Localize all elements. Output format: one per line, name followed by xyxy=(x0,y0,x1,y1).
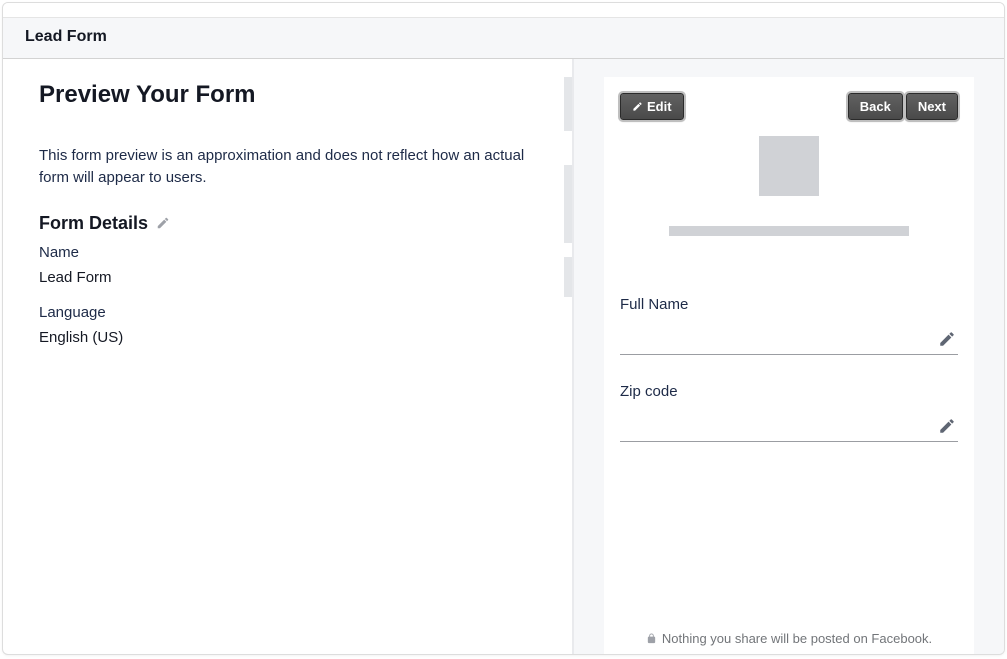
back-button-label: Back xyxy=(860,99,891,114)
scroll-stub xyxy=(564,77,572,131)
name-label: Name xyxy=(39,244,552,261)
language-label: Language xyxy=(39,304,552,321)
lock-icon xyxy=(646,632,657,645)
left-panel: Preview Your Form This form preview is a… xyxy=(3,59,573,654)
pencil-icon xyxy=(632,101,643,112)
right-panel: Edit Back Next Full Name xyxy=(573,59,1004,654)
back-button[interactable]: Back xyxy=(848,93,903,120)
preview-description: This form preview is an approximation an… xyxy=(39,145,552,189)
zip-code-input[interactable] xyxy=(620,418,958,442)
edit-button[interactable]: Edit xyxy=(620,93,684,120)
name-value: Lead Form xyxy=(39,269,552,286)
form-details-heading: Form Details xyxy=(39,213,148,234)
full-name-input[interactable] xyxy=(620,331,958,355)
scroll-stub xyxy=(564,257,572,297)
language-value: English (US) xyxy=(39,329,552,346)
phone-preview: Edit Back Next Full Name xyxy=(604,77,974,654)
header-title: Lead Form xyxy=(3,17,1004,59)
preview-field: Full Name xyxy=(620,296,958,355)
preview-field-label: Full Name xyxy=(620,296,958,313)
pencil-icon xyxy=(938,417,956,435)
scroll-stub xyxy=(564,165,572,243)
edit-button-label: Edit xyxy=(647,99,672,114)
avatar-placeholder xyxy=(759,136,819,196)
privacy-text: Nothing you share will be posted on Face… xyxy=(662,631,932,646)
preview-field-label: Zip code xyxy=(620,383,958,400)
next-button[interactable]: Next xyxy=(906,93,958,120)
edit-form-details-icon[interactable] xyxy=(156,216,170,230)
next-button-label: Next xyxy=(918,99,946,114)
preview-field: Zip code xyxy=(620,383,958,442)
preview-title: Preview Your Form xyxy=(39,81,552,109)
pencil-icon xyxy=(938,330,956,348)
name-placeholder-line xyxy=(669,226,909,236)
